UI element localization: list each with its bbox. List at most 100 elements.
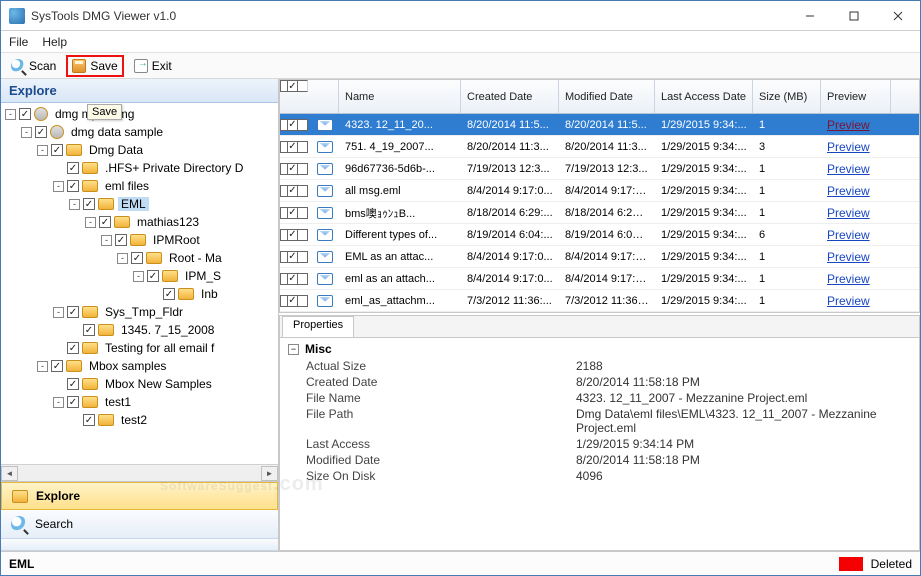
tree-node[interactable]: -Dmg Data: [5, 141, 278, 159]
tree-toggle-icon[interactable]: -: [37, 145, 48, 156]
tree-checkbox[interactable]: [99, 216, 111, 228]
tree-toggle-icon[interactable]: [53, 343, 64, 354]
tree-checkbox[interactable]: [163, 288, 175, 300]
tree-checkbox[interactable]: [67, 180, 79, 192]
header-preview[interactable]: Preview: [821, 80, 891, 113]
row-checkbox[interactable]: [280, 229, 308, 241]
tree-horizontal-scrollbar[interactable]: ◄►: [1, 464, 278, 481]
row-checkbox[interactable]: [280, 141, 308, 153]
tree-toggle-icon[interactable]: -: [53, 181, 64, 192]
row-checkbox[interactable]: [280, 163, 308, 175]
nav-explore-button[interactable]: Explore: [1, 482, 278, 510]
tree-checkbox[interactable]: [83, 414, 95, 426]
row-checkbox[interactable]: [280, 273, 308, 285]
tree-node[interactable]: -mathias123: [5, 213, 278, 231]
tree-toggle-icon[interactable]: -: [85, 217, 96, 228]
properties-tab[interactable]: Properties: [282, 316, 354, 337]
tree-toggle-icon[interactable]: -: [53, 397, 64, 408]
preview-link[interactable]: Preview: [827, 184, 870, 198]
tree-checkbox[interactable]: [67, 306, 79, 318]
tree-node[interactable]: Testing for all email f: [5, 339, 278, 357]
tree-checkbox[interactable]: [83, 324, 95, 336]
table-row[interactable]: EML as an attac...8/4/2014 9:17:0...8/4/…: [280, 246, 919, 268]
preview-link[interactable]: Preview: [827, 228, 870, 242]
table-row[interactable]: 751. 4_19_2007...8/20/2014 11:3...8/20/2…: [280, 136, 919, 158]
tree-checkbox[interactable]: [67, 162, 79, 174]
preview-link[interactable]: Preview: [827, 118, 870, 132]
preview-link[interactable]: Preview: [827, 294, 870, 308]
menu-file[interactable]: File: [9, 35, 28, 49]
tree-toggle-icon[interactable]: -: [37, 361, 48, 372]
folder-tree[interactable]: -dmg mple.dmg-dmg data sample-Dmg Data.H…: [1, 103, 278, 464]
preview-link[interactable]: Preview: [827, 272, 870, 286]
row-checkbox[interactable]: [280, 207, 308, 219]
tree-node[interactable]: -test1: [5, 393, 278, 411]
tree-node[interactable]: -Mbox samples: [5, 357, 278, 375]
row-checkbox[interactable]: [280, 119, 308, 131]
nav-search-button[interactable]: Search: [1, 510, 278, 539]
tree-checkbox[interactable]: [67, 342, 79, 354]
maximize-button[interactable]: [832, 1, 876, 30]
minimize-button[interactable]: [788, 1, 832, 30]
tree-checkbox[interactable]: [131, 252, 143, 264]
tree-toggle-icon[interactable]: [69, 325, 80, 336]
preview-link[interactable]: Preview: [827, 140, 870, 154]
tree-checkbox[interactable]: [51, 360, 63, 372]
scan-button[interactable]: Scan: [5, 55, 62, 77]
tree-node[interactable]: -dmg mple.dmg: [5, 105, 278, 123]
tree-toggle-icon[interactable]: [53, 379, 64, 390]
exit-button[interactable]: Exit: [128, 55, 178, 77]
tree-toggle-icon[interactable]: -: [133, 271, 144, 282]
props-group-header[interactable]: −Misc: [288, 342, 911, 356]
header-created[interactable]: Created Date: [461, 80, 559, 113]
table-row[interactable]: 4323. 12_11_20...8/20/2014 11:5...8/20/2…: [280, 114, 919, 136]
table-row[interactable]: 96d67736-5d6b-...7/19/2013 12:3...7/19/2…: [280, 158, 919, 180]
tree-toggle-icon[interactable]: -: [5, 109, 16, 120]
tree-toggle-icon[interactable]: -: [101, 235, 112, 246]
save-button[interactable]: Save: [66, 55, 123, 77]
table-row[interactable]: bms噢ｮｩﾝｭB...8/18/2014 6:29:...8/18/2014 …: [280, 202, 919, 224]
row-checkbox[interactable]: [280, 185, 308, 197]
nav-collapse-strip[interactable]: [1, 539, 278, 551]
table-row[interactable]: all msg.eml8/4/2014 9:17:0...8/4/2014 9:…: [280, 180, 919, 202]
menu-help[interactable]: Help: [42, 35, 67, 49]
tree-node[interactable]: Mbox New Samples: [5, 375, 278, 393]
tree-node[interactable]: -IPM_S: [5, 267, 278, 285]
tree-checkbox[interactable]: [35, 126, 47, 138]
table-row[interactable]: eml as an attach...8/4/2014 9:17:0...8/4…: [280, 268, 919, 290]
tree-node[interactable]: -Sys_Tmp_Fldr: [5, 303, 278, 321]
tree-checkbox[interactable]: [67, 396, 79, 408]
tree-toggle-icon[interactable]: -: [117, 253, 128, 264]
tree-checkbox[interactable]: [51, 144, 63, 156]
table-row[interactable]: eml_as_attachm...7/3/2012 11:36:...7/3/2…: [280, 290, 919, 312]
tree-checkbox[interactable]: [147, 270, 159, 282]
tree-node[interactable]: test2: [5, 411, 278, 429]
row-checkbox[interactable]: [280, 295, 308, 307]
header-modified[interactable]: Modified Date: [559, 80, 655, 113]
tree-checkbox[interactable]: [115, 234, 127, 246]
tree-node[interactable]: -EML: [5, 195, 278, 213]
tree-toggle-icon[interactable]: [53, 163, 64, 174]
header-last-access[interactable]: Last Access Date: [655, 80, 753, 113]
tree-node[interactable]: Inb: [5, 285, 278, 303]
tree-node[interactable]: -eml files: [5, 177, 278, 195]
preview-link[interactable]: Preview: [827, 162, 870, 176]
tree-toggle-icon[interactable]: [149, 289, 160, 300]
preview-link[interactable]: Preview: [827, 250, 870, 264]
table-row[interactable]: Different types of...8/19/2014 6:04:...8…: [280, 224, 919, 246]
tree-checkbox[interactable]: [67, 378, 79, 390]
header-checkbox[interactable]: [280, 80, 308, 92]
header-size[interactable]: Size (MB): [753, 80, 821, 113]
tree-toggle-icon[interactable]: -: [53, 307, 64, 318]
row-checkbox[interactable]: [280, 251, 308, 263]
close-button[interactable]: [876, 1, 920, 30]
tree-node[interactable]: -Root - Ma: [5, 249, 278, 267]
preview-link[interactable]: Preview: [827, 206, 870, 220]
tree-node[interactable]: -IPMRoot: [5, 231, 278, 249]
tree-toggle-icon[interactable]: [69, 415, 80, 426]
tree-toggle-icon[interactable]: -: [69, 199, 80, 210]
tree-checkbox[interactable]: [19, 108, 31, 120]
tree-checkbox[interactable]: [83, 198, 95, 210]
tree-toggle-icon[interactable]: -: [21, 127, 32, 138]
tree-node[interactable]: .HFS+ Private Directory D: [5, 159, 278, 177]
